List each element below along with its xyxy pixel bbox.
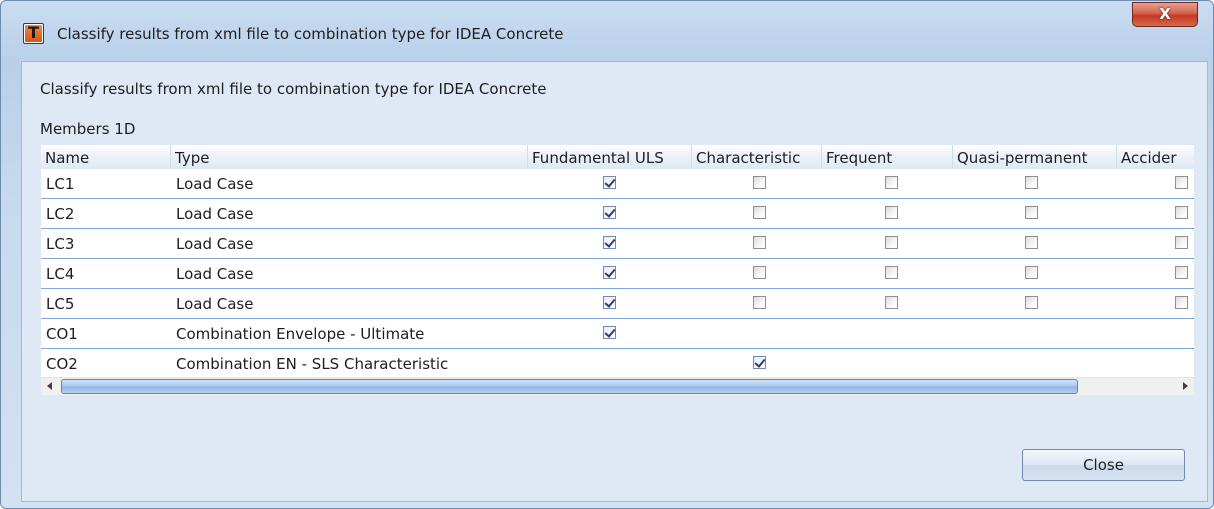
column-header[interactable]: Characteristic <box>692 145 822 169</box>
combination-checkbox[interactable] <box>885 296 898 309</box>
table-row[interactable]: LC4 Load Case <box>41 259 1194 289</box>
column-header[interactable]: Quasi-permanent <box>953 145 1117 169</box>
cell-type: Combination Envelope - Ultimate <box>176 325 425 343</box>
scrollbar-thumb[interactable] <box>61 379 1078 394</box>
cell-type: Combination EN - SLS Characteristic <box>176 355 449 373</box>
combination-checkbox[interactable] <box>603 266 616 279</box>
combination-checkbox[interactable] <box>1175 296 1188 309</box>
table-row[interactable]: LC5 Load Case <box>41 289 1194 319</box>
close-icon: X <box>1159 5 1171 23</box>
combination-checkbox[interactable] <box>753 356 766 369</box>
arrow-right-icon <box>1183 382 1188 390</box>
combination-checkbox[interactable] <box>753 206 766 219</box>
table-row[interactable]: CO2 Combination EN - SLS Characteristic <box>41 349 1194 379</box>
scroll-right-button[interactable] <box>1176 378 1194 395</box>
cell-name: LC4 <box>46 265 75 283</box>
column-header[interactable]: Name <box>41 145 171 169</box>
app-icon-glyph: T <box>28 23 39 42</box>
combination-checkbox[interactable] <box>1025 176 1038 189</box>
cell-type: Load Case <box>176 175 254 193</box>
table-row[interactable]: LC1 Load Case <box>41 169 1194 199</box>
scroll-left-button[interactable] <box>41 378 59 395</box>
combination-checkbox[interactable] <box>753 176 766 189</box>
combination-checkbox[interactable] <box>603 206 616 219</box>
combination-checkbox[interactable] <box>603 176 616 189</box>
combination-checkbox[interactable] <box>885 266 898 279</box>
combination-checkbox[interactable] <box>1175 236 1188 249</box>
combination-checkbox[interactable] <box>885 236 898 249</box>
dialog-heading: Classify results from xml file to combin… <box>40 80 547 98</box>
cell-name: CO1 <box>46 325 78 343</box>
app-icon: T <box>23 23 44 44</box>
combination-checkbox[interactable] <box>1175 206 1188 219</box>
horizontal-scrollbar[interactable] <box>41 377 1194 395</box>
column-header[interactable]: Frequent <box>822 145 953 169</box>
cell-name: LC2 <box>46 205 75 223</box>
section-label: Members 1D <box>40 120 136 138</box>
cell-name: LC5 <box>46 295 75 313</box>
table-row[interactable]: LC2 Load Case <box>41 199 1194 229</box>
window-title: Classify results from xml file to combin… <box>57 25 564 43</box>
cell-name: CO2 <box>46 355 78 373</box>
combination-checkbox[interactable] <box>1025 296 1038 309</box>
grid-header: Name Type Fundamental ULS Characteristic Fre… <box>41 145 1194 170</box>
cell-name: LC3 <box>46 235 75 253</box>
combination-checkbox[interactable] <box>1175 266 1188 279</box>
combination-checkbox[interactable] <box>753 266 766 279</box>
table-row[interactable]: CO1 Combination Envelope - Ultimate <box>41 319 1194 349</box>
combination-checkbox[interactable] <box>753 236 766 249</box>
column-header[interactable]: Type <box>171 145 528 169</box>
combination-checkbox[interactable] <box>1025 206 1038 219</box>
combination-checkbox[interactable] <box>1175 176 1188 189</box>
cell-type: Load Case <box>176 205 254 223</box>
combination-checkbox[interactable] <box>603 296 616 309</box>
dialog-body: Classify results from xml file to combin… <box>21 61 1208 502</box>
window-close-button[interactable]: X <box>1132 2 1198 27</box>
cell-type: Load Case <box>176 265 254 283</box>
combination-checkbox[interactable] <box>603 326 616 339</box>
combination-checkbox[interactable] <box>1025 236 1038 249</box>
arrow-left-icon <box>47 382 52 390</box>
combination-checkbox[interactable] <box>1025 266 1038 279</box>
column-header[interactable]: Fundamental ULS <box>528 145 692 169</box>
combination-checkbox[interactable] <box>603 236 616 249</box>
combination-checkbox[interactable] <box>753 296 766 309</box>
combination-checkbox[interactable] <box>885 176 898 189</box>
cell-name: LC1 <box>46 175 75 193</box>
column-header[interactable]: Accider <box>1117 145 1194 169</box>
table-row[interactable]: LC3 Load Case <box>41 229 1194 259</box>
cell-type: Load Case <box>176 235 254 253</box>
dialog-window: T Classify results from xml file to comb… <box>0 0 1214 509</box>
cell-type: Load Case <box>176 295 254 313</box>
members-grid: Name Type Fundamental ULS Characteristic Fre… <box>41 145 1194 395</box>
title-bar[interactable]: T Classify results from xml file to comb… <box>1 1 1213 61</box>
combination-checkbox[interactable] <box>885 206 898 219</box>
close-button[interactable]: Close <box>1022 449 1185 481</box>
